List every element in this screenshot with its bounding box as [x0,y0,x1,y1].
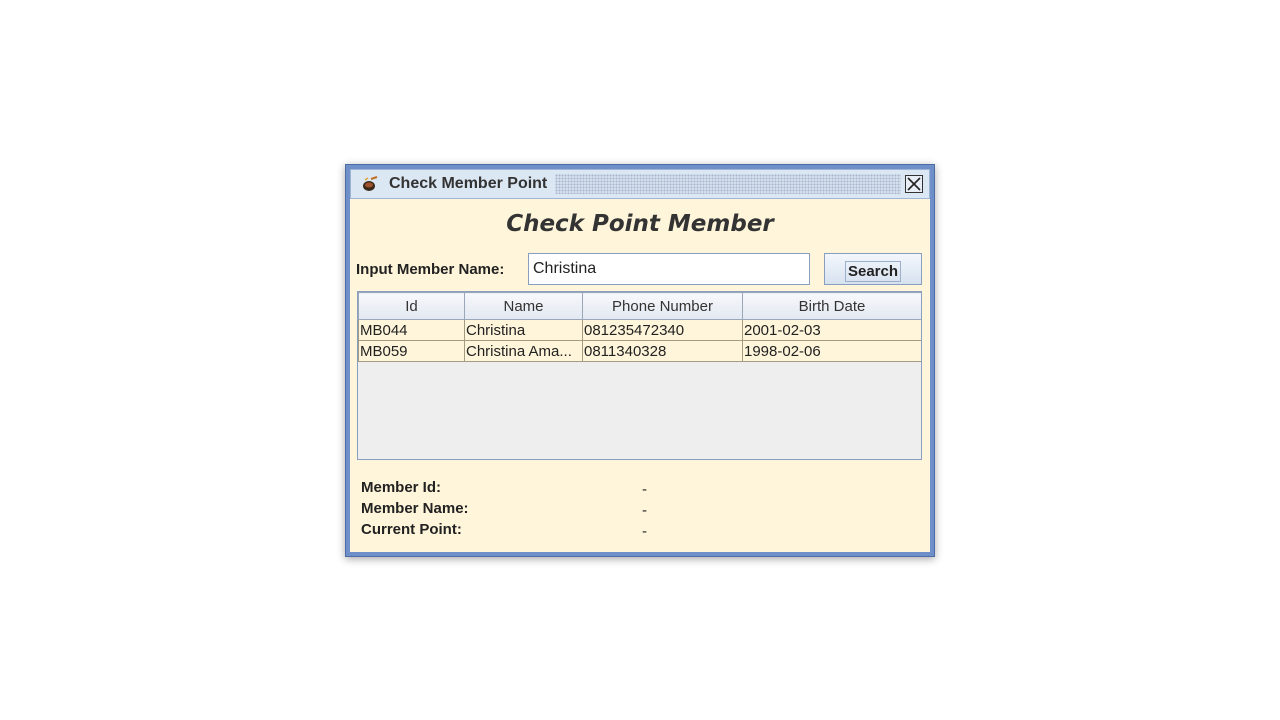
current-point-label: Current Point: [361,521,462,538]
column-header-id[interactable]: Id [358,292,465,320]
table-cell-phone-number[interactable]: 0811340328 [582,340,743,362]
table-cell-name[interactable]: Christina Ama... [464,340,583,362]
close-icon[interactable] [905,175,923,193]
table-cell-id[interactable]: MB059 [358,340,465,362]
table-cell-birth-date[interactable]: 1998-02-06 [742,340,921,362]
table-cell-birth-date[interactable]: 2001-02-03 [742,319,921,341]
member-name-label: Input Member Name: [356,261,505,278]
coffee-icon [361,175,379,193]
table-row[interactable]: MB044 Christina 081235472340 2001-02-03 [358,319,921,341]
table-cell-id[interactable]: MB044 [358,319,465,341]
table-row[interactable]: MB059 Christina Ama... 0811340328 1998-0… [358,340,921,362]
current-point-value: - [642,523,647,540]
window-title: Check Member Point [389,175,548,192]
member-id-value: - [642,481,647,498]
member-name-detail-label: Member Name: [361,500,469,517]
column-header-name[interactable]: Name [464,292,583,320]
member-table[interactable]: Id Name Phone Number Birth Date MB044 Ch… [357,291,922,460]
window-content: Check Point Member Input Member Name: Se… [350,199,930,552]
table-header-row: Id Name Phone Number Birth Date [358,292,921,320]
member-name-value: - [642,502,647,519]
column-header-birth-date[interactable]: Birth Date [742,292,921,320]
table-cell-name[interactable]: Christina [464,319,583,341]
check-member-point-window: Check Member Point Check Point Member In… [345,164,935,557]
member-name-input[interactable] [528,253,810,285]
column-header-phone-number[interactable]: Phone Number [582,292,743,320]
page-title: Check Point Member [506,211,774,237]
table-cell-phone-number[interactable]: 081235472340 [582,319,743,341]
search-button[interactable]: Search [824,253,922,285]
title-bar-texture [555,174,901,194]
member-id-label: Member Id: [361,479,442,496]
title-bar[interactable]: Check Member Point [350,169,930,199]
search-button-label: Search [844,261,902,282]
